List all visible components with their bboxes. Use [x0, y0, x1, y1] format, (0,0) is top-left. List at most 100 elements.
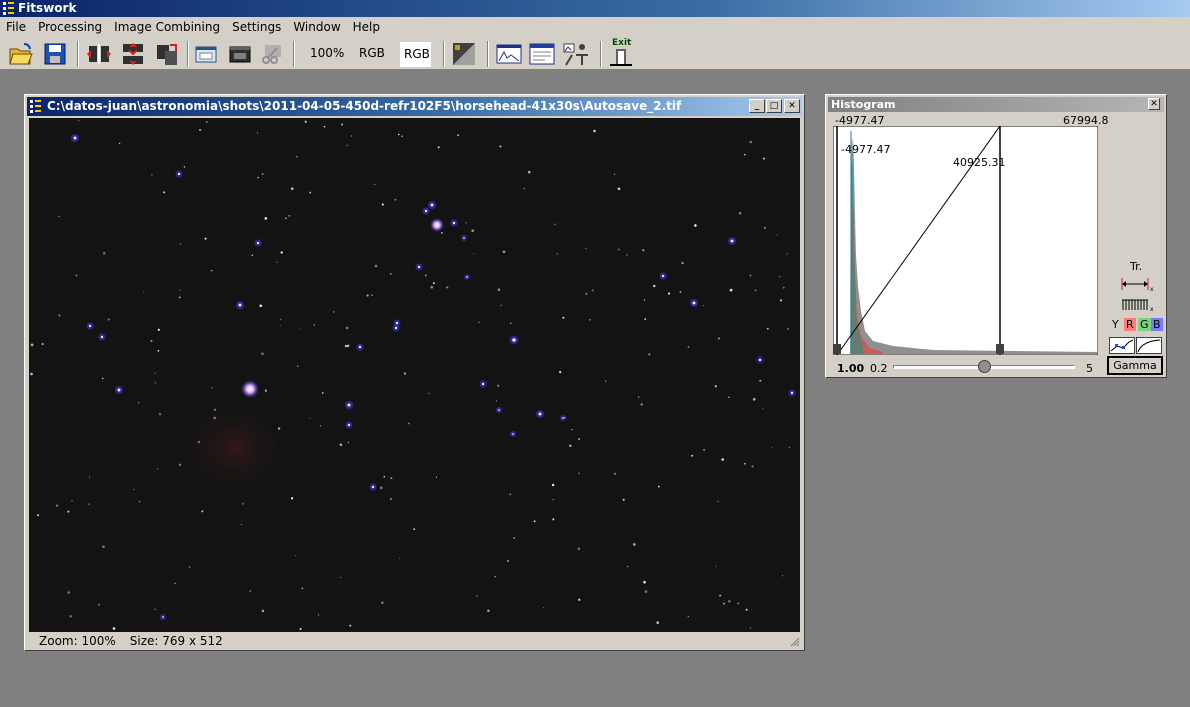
- star: [67, 591, 70, 594]
- histogram-titlebar[interactable]: Histogram ✕: [828, 97, 1164, 112]
- rgb-toggle-button[interactable]: RGB: [399, 41, 432, 68]
- star: [749, 627, 751, 629]
- copy-image-button[interactable]: [192, 40, 220, 68]
- measure-button[interactable]: [562, 40, 590, 68]
- star: [390, 476, 393, 480]
- star: [648, 353, 651, 356]
- star: [771, 446, 773, 448]
- star-core: [73, 136, 77, 140]
- slider-max-label: 5: [1086, 362, 1093, 375]
- maximize-button[interactable]: □: [766, 99, 782, 113]
- star: [101, 377, 104, 380]
- menu-window[interactable]: Window: [287, 17, 346, 37]
- zoom-100-button[interactable]: 100%: [310, 46, 344, 60]
- levels-button[interactable]: [450, 40, 478, 68]
- star: [102, 545, 105, 549]
- app-icon: [3, 2, 14, 15]
- star: [157, 349, 160, 352]
- star-core: [177, 172, 181, 176]
- open-button[interactable]: [7, 40, 35, 68]
- star: [241, 523, 243, 525]
- star: [332, 311, 335, 313]
- info-button[interactable]: [528, 40, 556, 68]
- paste-image-button[interactable]: [226, 40, 254, 68]
- star: [179, 243, 182, 245]
- star: [780, 299, 782, 302]
- flip-vertical-button[interactable]: [119, 40, 147, 68]
- histogram-close-button[interactable]: ✕: [1148, 98, 1160, 110]
- gamma-slider-knob[interactable]: [978, 360, 991, 373]
- rgb-button[interactable]: RGB: [359, 46, 385, 60]
- resize-grip-icon[interactable]: [790, 637, 800, 647]
- flip-horizontal-button[interactable]: [85, 40, 113, 68]
- star-core: [512, 338, 516, 342]
- star: [702, 304, 705, 306]
- app-titlebar: Fitswork: [0, 0, 1190, 17]
- toolbar-separator: [77, 41, 79, 67]
- star: [381, 203, 384, 206]
- star: [430, 285, 434, 289]
- crop-button[interactable]: [258, 40, 286, 68]
- rotate-button[interactable]: [153, 40, 181, 68]
- star: [280, 319, 282, 321]
- star: [178, 463, 182, 466]
- star: [249, 590, 252, 592]
- minimize-icon: _: [754, 101, 760, 111]
- star: [729, 288, 733, 292]
- menu-settings[interactable]: Settings: [226, 17, 287, 37]
- image-window[interactable]: C:\datos-juan\astronomia\shots\2011-04-0…: [24, 94, 805, 651]
- star: [201, 510, 204, 513]
- channel-g-button[interactable]: G: [1138, 318, 1151, 331]
- curve-points-icon[interactable]: [1109, 337, 1135, 354]
- star: [210, 269, 213, 272]
- star: [179, 289, 181, 291]
- star: [295, 554, 297, 557]
- star: [317, 614, 320, 616]
- star: [749, 274, 752, 277]
- star: [211, 387, 213, 389]
- close-button[interactable]: ✕: [784, 99, 800, 113]
- star: [643, 580, 646, 584]
- star: [510, 322, 512, 325]
- star: [737, 602, 740, 605]
- star: [399, 557, 401, 559]
- star: [617, 248, 620, 251]
- star: [691, 454, 694, 457]
- star: [256, 132, 259, 134]
- save-button[interactable]: [41, 40, 69, 68]
- histogram-window[interactable]: Histogram ✕ -4977.47 67994.8 -4977.47 40…: [825, 94, 1167, 378]
- star: [413, 528, 416, 531]
- menu-help[interactable]: Help: [347, 17, 386, 37]
- exit-button[interactable]: Exit: [607, 38, 635, 68]
- channel-b-button[interactable]: B: [1151, 318, 1163, 331]
- menu-image-combining[interactable]: Image Combining: [108, 17, 226, 37]
- star-core: [162, 616, 164, 618]
- channel-y-button[interactable]: Y: [1112, 318, 1119, 331]
- star: [457, 134, 459, 136]
- star-core: [117, 388, 121, 392]
- image-window-titlebar[interactable]: C:\datos-juan\astronomia\shots\2011-04-0…: [27, 97, 802, 116]
- stretch-range-icon[interactable]: x: [1120, 276, 1156, 292]
- channel-r-button[interactable]: R: [1124, 318, 1136, 331]
- star: [403, 372, 407, 375]
- star: [280, 251, 283, 254]
- star: [71, 500, 73, 502]
- menu-file[interactable]: File: [0, 17, 32, 37]
- minimize-button[interactable]: _: [749, 99, 765, 113]
- histogram-button[interactable]: [495, 40, 523, 68]
- star: [75, 274, 78, 277]
- star: [496, 400, 498, 402]
- gamma-button[interactable]: Gamma: [1107, 356, 1163, 375]
- star: [738, 211, 742, 215]
- star: [626, 254, 628, 256]
- star: [763, 226, 766, 229]
- star-core: [394, 326, 398, 330]
- curve-smooth-icon[interactable]: [1136, 337, 1162, 354]
- floppy-disk-icon: [44, 43, 66, 65]
- star: [554, 223, 556, 226]
- astro-image-canvas[interactable]: [29, 118, 800, 632]
- comb-scale-icon[interactable]: x: [1120, 296, 1156, 312]
- star: [715, 565, 717, 567]
- star: [478, 321, 480, 324]
- menu-processing[interactable]: Processing: [32, 17, 108, 37]
